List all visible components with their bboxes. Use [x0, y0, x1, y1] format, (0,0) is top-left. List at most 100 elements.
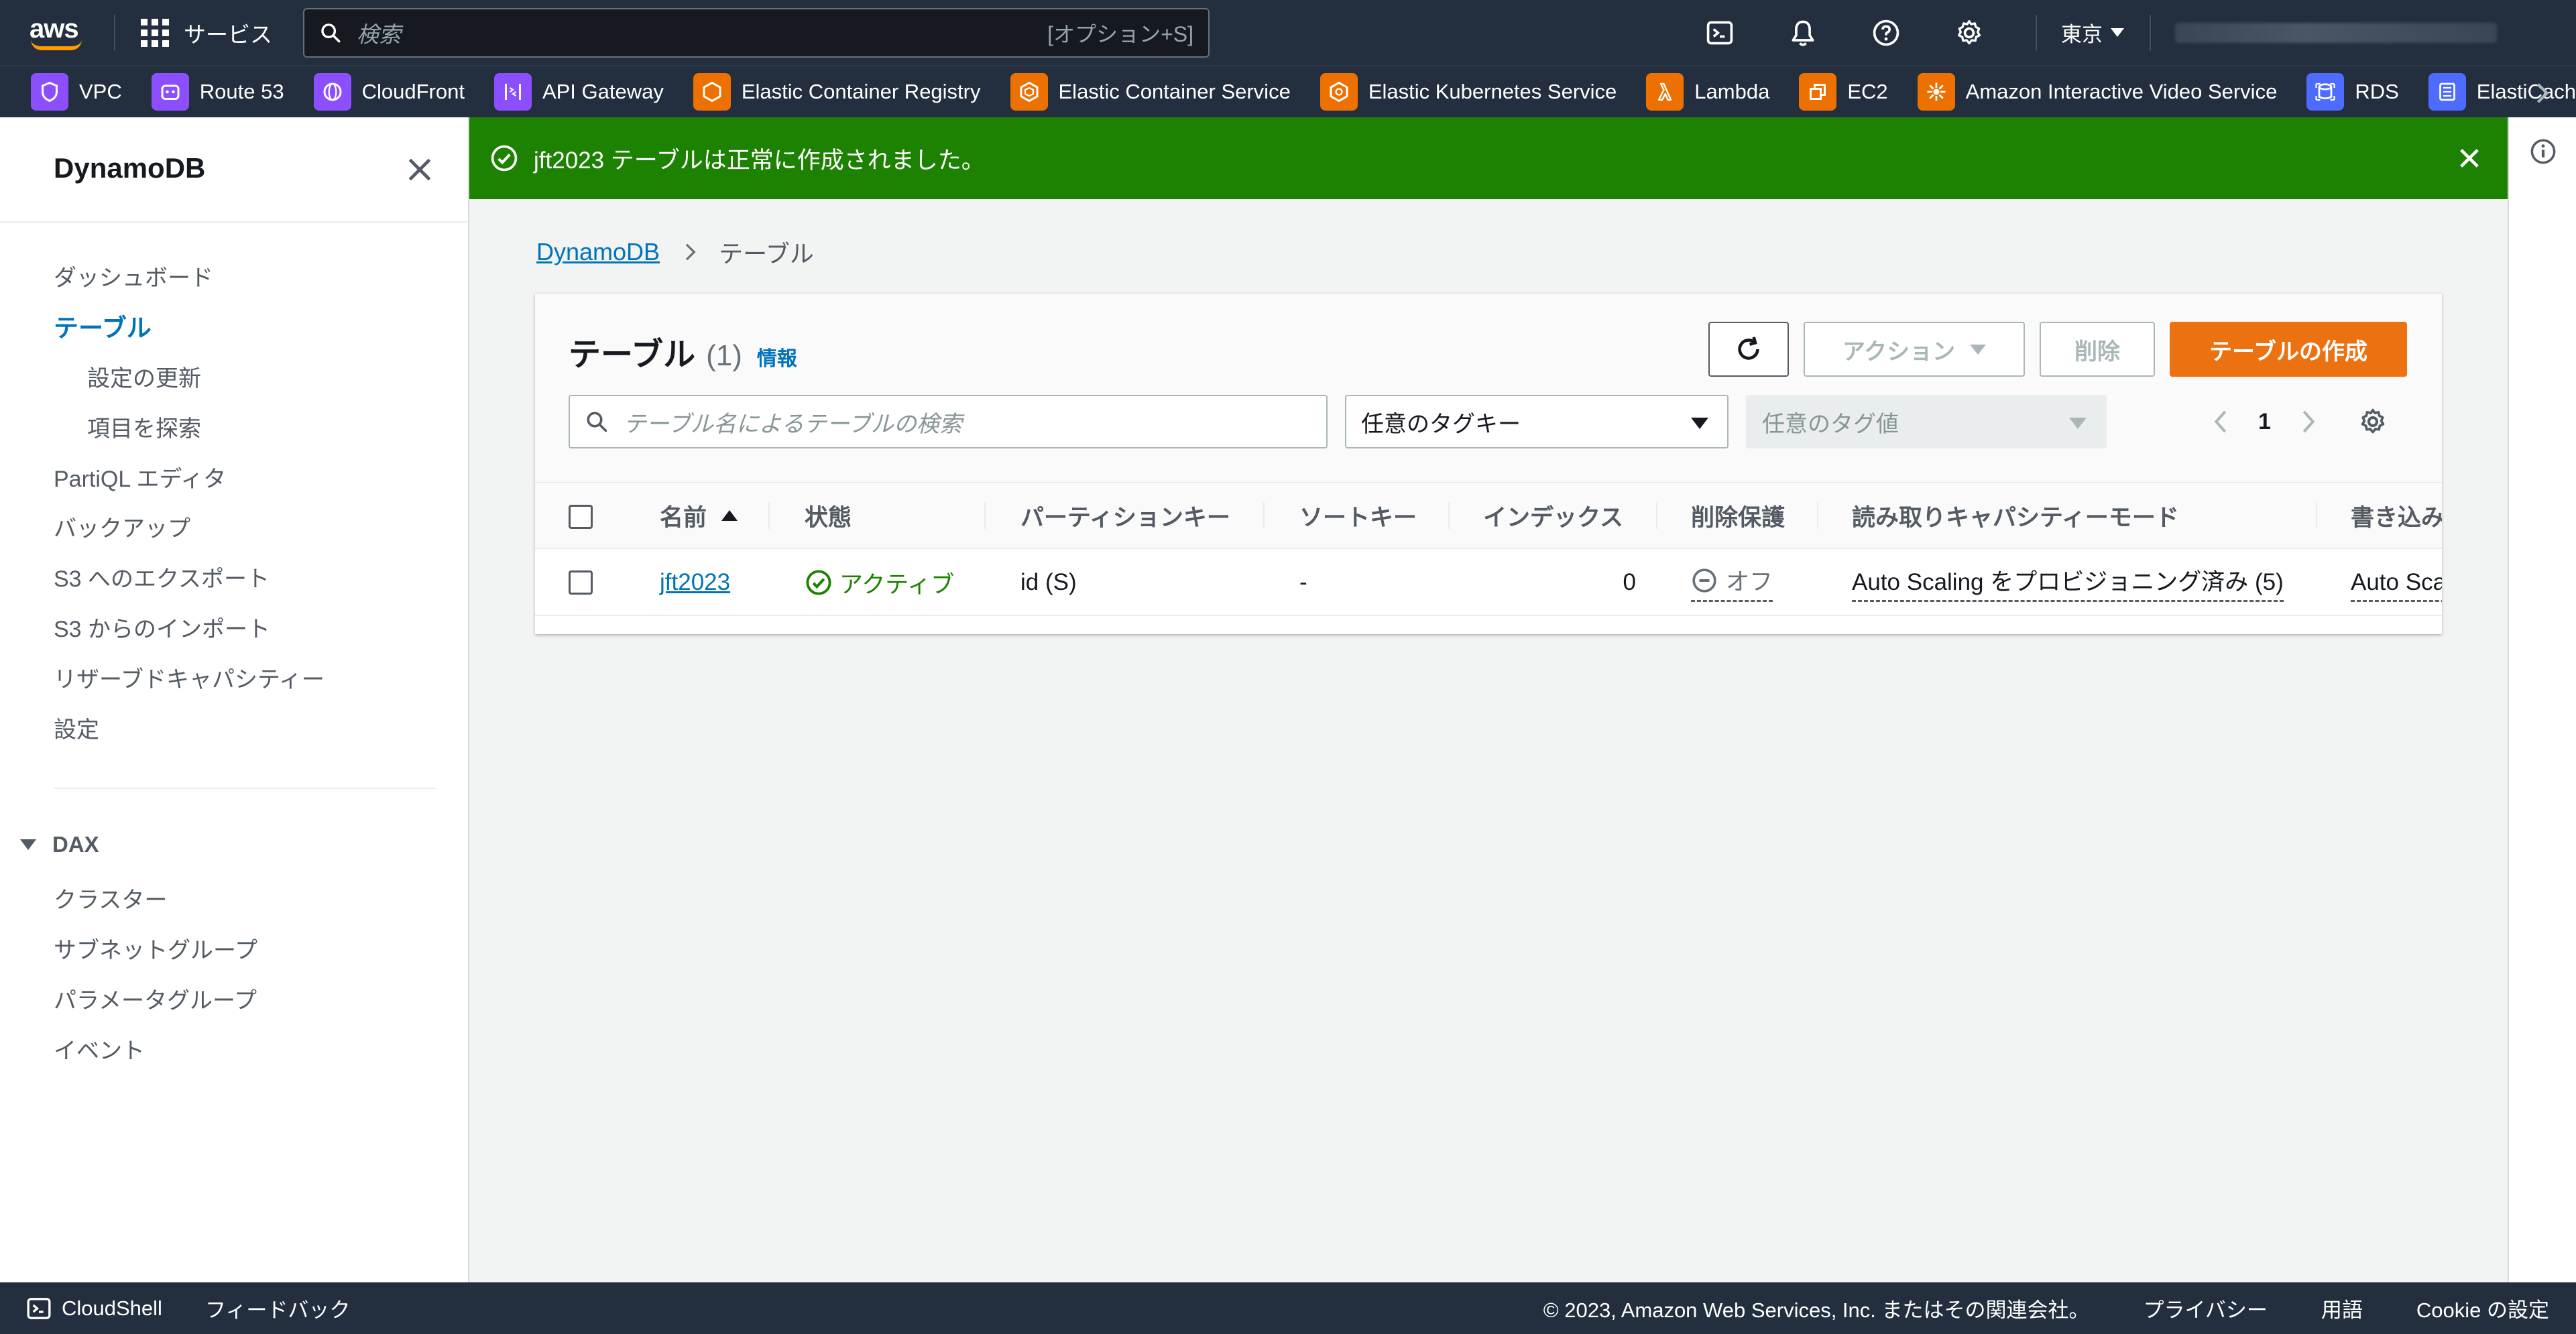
sidebar-item-backups[interactable]: バックアップ — [54, 510, 190, 543]
sidebar-item-settings[interactable]: 設定 — [54, 711, 99, 744]
column-header-read-capacity[interactable]: 読み取りキャパシティーモード — [1818, 483, 2317, 548]
console-footer: CloudShell フィードバック © 2023, Amazon Web Se… — [0, 1282, 2576, 1334]
chevron-right-icon[interactable] — [2529, 80, 2556, 107]
column-header-indexes[interactable]: インデックス — [1450, 483, 1657, 548]
search-icon — [321, 23, 341, 42]
deletion-protection-cell[interactable]: オフ — [1691, 549, 1773, 615]
column-header-name[interactable]: 名前 — [626, 483, 770, 548]
region-selector[interactable]: 東京 — [2061, 17, 2124, 48]
favorite-ivs[interactable]: Amazon Interactive Video Service — [1917, 73, 2277, 111]
route53-icon — [151, 73, 189, 111]
cloudshell-icon — [27, 1297, 51, 1319]
column-header-sort-key[interactable]: ソートキー — [1265, 483, 1450, 548]
favorite-route53[interactable]: Route 53 — [151, 73, 284, 111]
row-checkbox[interactable] — [569, 570, 593, 595]
global-search-input[interactable]: 検索 [オプション+S] — [303, 7, 1210, 58]
breadcrumb-dynamodb-link[interactable]: DynamoDB — [536, 238, 660, 266]
table-name-link[interactable]: jft2023 — [660, 569, 730, 596]
table-count: (1) — [706, 339, 742, 372]
read-capacity-cell[interactable]: Auto Scaling をプロビジョニング済み (5) — [1852, 549, 2284, 615]
api-gateway-icon — [493, 73, 532, 111]
sort-key-cell: - — [1299, 569, 1307, 595]
sidebar-item-explore-items[interactable]: 項目を探索 — [87, 410, 201, 443]
cloudshell-icon[interactable] — [1703, 16, 1737, 50]
sidebar-item-reserved-capacity[interactable]: リザーブドキャパシティー — [54, 661, 325, 694]
eks-icon — [1320, 73, 1358, 111]
tag-key-select[interactable]: 任意のタグキー — [1345, 395, 1729, 448]
column-header-write-capacity[interactable]: 書き込み — [2317, 483, 2442, 548]
sidebar-item-parameter-groups[interactable]: パラメータグループ — [54, 982, 257, 1015]
chevron-left-icon[interactable] — [2210, 408, 2231, 435]
sidebar-item-partiql-editor[interactable]: PartiQL エディタ — [54, 461, 226, 493]
page-title: テーブル (1) 情報 — [569, 337, 797, 373]
tag-value-select[interactable]: 任意のタグ値 — [1746, 395, 2107, 448]
bell-icon[interactable] — [1786, 16, 1820, 50]
favorite-lambda[interactable]: Lambda — [1646, 73, 1769, 111]
services-menu-button[interactable]: サービス — [141, 17, 272, 49]
rds-icon — [2306, 73, 2345, 111]
refresh-button[interactable] — [1708, 322, 1789, 377]
tables-container: テーブル (1) 情報 アクション 削除 テーブルの作成 テーブル名によるテーブ… — [535, 293, 2442, 634]
sidebar-item-import-s3[interactable]: S3 からのインポート — [54, 611, 270, 644]
gear-icon[interactable] — [1952, 16, 1986, 50]
delete-button[interactable]: 削除 — [2040, 322, 2155, 377]
aws-logo[interactable]: aws — [27, 13, 87, 53]
favorite-ecs[interactable]: Elastic Container Service — [1010, 73, 1291, 111]
column-header-deletion-protection[interactable]: 削除保護 — [1657, 483, 1818, 548]
create-table-button[interactable]: テーブルの作成 — [2170, 322, 2407, 377]
lambda-icon — [1646, 73, 1684, 111]
caret-down-icon — [1970, 344, 1987, 355]
sidebar-item-tables[interactable]: テーブル — [54, 308, 152, 344]
page-number[interactable]: 1 — [2258, 409, 2271, 435]
sidebar-item-subnet-groups[interactable]: サブネットグループ — [54, 932, 257, 965]
pagination: 1 — [2210, 395, 2388, 448]
favorite-eks[interactable]: Elastic Kubernetes Service — [1320, 73, 1617, 111]
favorite-vpc[interactable]: VPC — [31, 73, 122, 111]
info-icon[interactable] — [2529, 137, 2557, 166]
sidebar-item-dashboard[interactable]: ダッシュボード — [54, 259, 213, 292]
cloudfront-icon — [313, 73, 351, 111]
top-navigation: aws サービス 検索 [オプション+S] 東京 — [0, 0, 2576, 65]
close-icon[interactable] — [405, 155, 434, 184]
dax-section-toggle[interactable]: DAX — [20, 832, 99, 857]
write-capacity-cell[interactable]: Auto Scaling をプロビジョニング済み (5) — [2351, 549, 2442, 615]
flash-message: jft2023 テーブルは正常に作成されました。 — [534, 147, 985, 174]
feedback-link[interactable]: フィードバック — [205, 1293, 350, 1323]
account-menu[interactable] — [2175, 22, 2497, 43]
favorite-cloudfront[interactable]: CloudFront — [313, 73, 465, 111]
success-check-icon — [806, 570, 831, 595]
caret-down-icon — [2111, 28, 2124, 37]
table-header: 名前 状態 パーティションキー ソートキー インデックス 削除保護 読み取りキャ… — [535, 482, 2442, 549]
dismiss-icon[interactable] — [2455, 144, 2483, 172]
favorite-ec2[interactable]: EC2 — [1799, 73, 1888, 111]
apps-grid-icon — [141, 18, 169, 47]
breadcrumb-current: テーブル — [719, 240, 814, 267]
caret-down-icon — [20, 839, 36, 850]
help-icon[interactable] — [1869, 16, 1903, 50]
sort-ascending-icon — [721, 510, 738, 521]
terms-link[interactable]: 用語 — [2321, 1293, 2363, 1323]
favorite-rds[interactable]: RDS — [2306, 73, 2399, 111]
column-header-status[interactable]: 状態 — [770, 483, 986, 548]
cloudshell-button[interactable]: CloudShell — [25, 1295, 162, 1322]
sidebar-item-update-settings[interactable]: 設定の更新 — [87, 360, 201, 393]
column-header-partition-key[interactable]: パーティションキー — [986, 483, 1265, 548]
favorite-api-gateway[interactable]: API Gateway — [493, 73, 664, 111]
cookie-settings-link[interactable]: Cookie の設定 — [2416, 1293, 2549, 1323]
partition-key-cell: id (S) — [1020, 569, 1077, 595]
info-link[interactable]: 情報 — [757, 342, 797, 371]
sidebar-item-export-s3[interactable]: S3 へのエクスポート — [54, 560, 270, 593]
favorite-ecr[interactable]: Elastic Container Registry — [693, 73, 981, 111]
privacy-link[interactable]: プライバシー — [2144, 1293, 2268, 1323]
select-all-checkbox[interactable] — [569, 505, 593, 529]
disabled-icon — [1692, 568, 1716, 593]
actions-dropdown-button[interactable]: アクション — [1804, 322, 2025, 377]
table-search-input[interactable]: テーブル名によるテーブルの検索 — [569, 395, 1328, 448]
sidebar-item-clusters[interactable]: クラスター — [54, 882, 167, 914]
refresh-icon — [1738, 337, 1759, 360]
sidebar-item-events[interactable]: イベント — [54, 1032, 145, 1065]
success-flashbar: jft2023 テーブルは正常に作成されました。 — [469, 117, 2508, 199]
chevron-right-icon[interactable] — [2298, 408, 2319, 435]
side-navigation: DynamoDB ダッシュボード テーブル 設定の更新 項目を探索 PartiQ… — [0, 117, 469, 1282]
gear-icon[interactable] — [2358, 407, 2388, 436]
